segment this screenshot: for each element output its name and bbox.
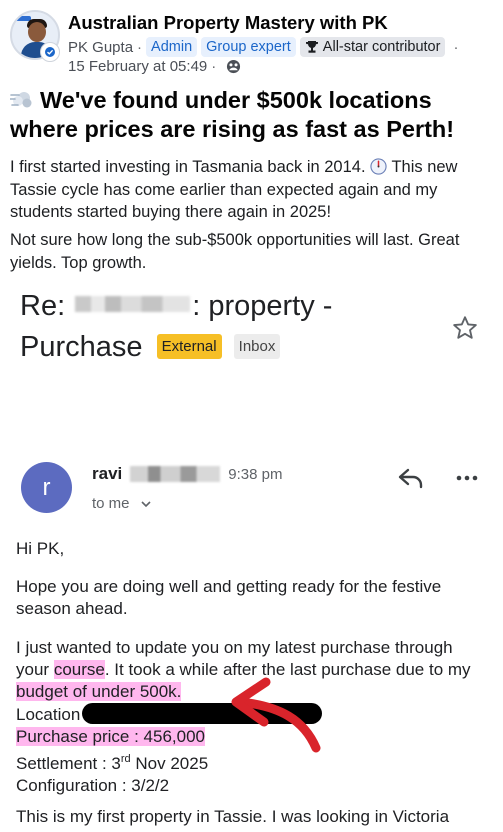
group-name[interactable]: Australian Property Mastery with PK bbox=[68, 12, 388, 34]
all-star-contributor-badge: All-star contributor bbox=[299, 37, 446, 57]
author-row: PK Gupta · Admin Group expert All-star c… bbox=[68, 37, 462, 57]
group-privacy-icon bbox=[227, 59, 241, 74]
sender-name[interactable]: ravi bbox=[92, 464, 122, 484]
email-greeting: Hi PK, bbox=[16, 539, 65, 558]
settlement-text: Settlement : 3 bbox=[16, 754, 121, 773]
subject-prefix: Re: bbox=[20, 290, 66, 322]
post-title: We've found under $500k locations where … bbox=[10, 86, 498, 144]
dash-emoji-icon bbox=[10, 92, 32, 108]
separator-dot: · bbox=[453, 38, 459, 56]
external-label: External bbox=[156, 334, 222, 359]
redacted-subject-blur bbox=[75, 296, 191, 312]
post-title-text: We've found under $500k locations where … bbox=[10, 87, 455, 142]
inbox-label[interactable]: Inbox bbox=[233, 334, 281, 359]
settlement-date: Nov 2025 bbox=[130, 754, 209, 773]
redacted-sender-blur bbox=[130, 466, 221, 482]
sender-avatar[interactable]: r bbox=[21, 462, 72, 513]
email-line-first-property: This is my first property in Tassie. I w… bbox=[16, 807, 450, 826]
separator-dot: · bbox=[211, 58, 217, 75]
profile-badge-icon bbox=[40, 42, 60, 62]
star-icon[interactable] bbox=[451, 314, 479, 342]
highlighted-budget: budget of under 500k. bbox=[16, 682, 182, 701]
clock-emoji-icon bbox=[370, 158, 387, 175]
separator-dot: · bbox=[137, 38, 143, 56]
admin-badge: Admin bbox=[146, 37, 198, 57]
highlighted-course: course bbox=[53, 660, 105, 679]
post-date-row: 15 February at 05:49 · bbox=[68, 58, 241, 75]
text-your: your bbox=[16, 660, 50, 679]
post-paragraph-2: Not sure how long the sub-$500k opportun… bbox=[10, 231, 460, 272]
recipient-label: to me bbox=[92, 495, 130, 512]
group-expert-badge: Group expert bbox=[201, 37, 296, 57]
email-paragraph-hope: Hope you are doing well and getting read… bbox=[16, 577, 442, 618]
recipient-row[interactable]: to me bbox=[92, 495, 152, 512]
reply-icon[interactable] bbox=[397, 466, 425, 490]
contributor-label: All-star contributor bbox=[322, 39, 441, 55]
sender-row: ravi 9:38 pm bbox=[92, 464, 282, 484]
post-header: Australian Property Mastery with PK PK G… bbox=[10, 8, 500, 78]
trophy-icon bbox=[305, 41, 318, 53]
post-paragraph-1: I first started investing in Tasmania ba… bbox=[10, 156, 498, 224]
author-name[interactable]: PK Gupta bbox=[68, 39, 133, 56]
email-subject: Re: : property - Purchase External Inbox bbox=[20, 286, 450, 368]
red-arrow-annotation-icon bbox=[231, 677, 321, 753]
chevron-down-icon[interactable] bbox=[140, 498, 152, 510]
location-label: Location bbox=[16, 705, 81, 724]
highlighted-price: Purchase price : 456,000 bbox=[16, 727, 206, 746]
more-options-icon[interactable] bbox=[455, 470, 479, 486]
settlement-ordinal: rd bbox=[120, 753, 131, 765]
post-date[interactable]: 15 February at 05:49 bbox=[68, 58, 207, 75]
post-paragraph-1a: I first started investing in Tasmania ba… bbox=[10, 158, 366, 176]
group-avatar[interactable] bbox=[10, 10, 60, 62]
send-time: 9:38 pm bbox=[228, 465, 283, 483]
email-line-configuration: Configuration : 3/2/2 bbox=[16, 776, 170, 795]
email-line-update: I just wanted to update you on my latest… bbox=[16, 638, 453, 657]
